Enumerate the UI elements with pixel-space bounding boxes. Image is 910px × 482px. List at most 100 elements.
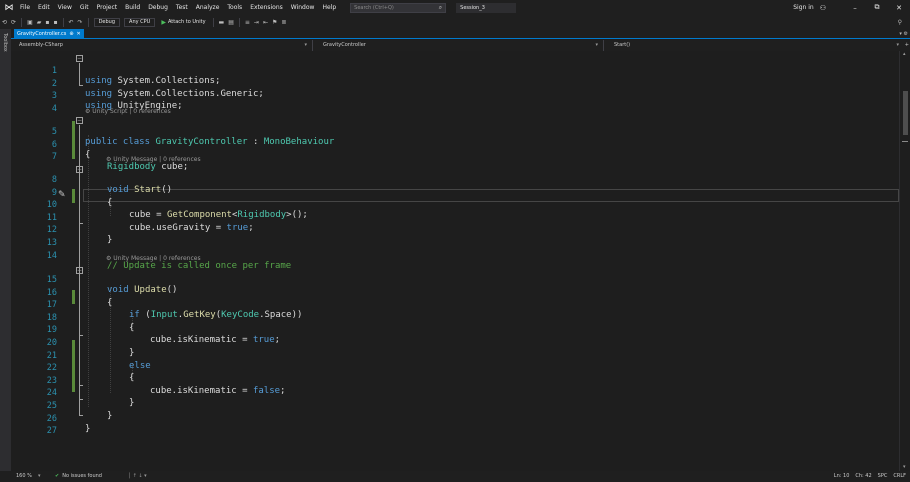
menu-window[interactable]: Window <box>287 4 319 11</box>
outdent-icon[interactable]: ⇤ <box>261 19 270 26</box>
code-line: 6 { <box>11 129 899 160</box>
toolbox-tab[interactable]: Toolbox <box>2 33 8 52</box>
project-dropdown[interactable]: Assembly-CSharp ▾ <box>11 40 311 51</box>
class-dropdown[interactable]: GravityController ▾ <box>312 40 602 51</box>
menu-edit[interactable]: Edit <box>34 4 54 11</box>
line-number: 27 <box>46 426 57 437</box>
open-folder-icon[interactable]: ▰ <box>35 19 44 26</box>
code-line: 24 } <box>11 377 899 408</box>
code-line: 21 else <box>11 340 899 371</box>
attach-label: Attach to Unity <box>167 19 206 25</box>
search-input[interactable]: Search (Ctrl+Q) ⌕ <box>350 2 447 13</box>
zoom-level[interactable]: 160 % <box>16 471 32 482</box>
toolbar-divider <box>21 17 23 27</box>
indent-icon[interactable]: ⇥ <box>252 19 261 26</box>
menu-debug[interactable]: Debug <box>144 4 172 11</box>
close-tab-icon[interactable]: ✕ <box>77 29 81 39</box>
code-line: 2 using System.Collections.Generic; <box>11 68 899 99</box>
tab-filename: GravityController.cs <box>17 31 67 37</box>
menu-test[interactable]: Test <box>172 4 192 11</box>
save-icon[interactable]: ▪ <box>43 19 51 26</box>
code-line: 20 } <box>11 327 899 358</box>
whitespace-mode[interactable]: SPC <box>878 471 888 482</box>
line-ending[interactable]: CRLF <box>893 471 906 482</box>
code-line: 17 if (Input.GetKey(KeyCode.Space)) <box>11 289 899 320</box>
pin-icon[interactable]: ⊕ <box>69 29 73 39</box>
redo-icon[interactable]: ↷ <box>76 19 85 26</box>
toolbox-strip <box>0 29 11 471</box>
add-icon[interactable]: + <box>905 40 909 51</box>
issues-indicator[interactable]: ✔ No issues found <box>55 471 102 482</box>
attach-to-unity-button[interactable]: ▶ Attach to Unity <box>161 19 205 26</box>
code-line: 27 <box>11 415 899 436</box>
check-circle-icon: ✔ <box>55 473 60 479</box>
issues-text: No issues found <box>62 473 102 479</box>
user-icon[interactable]: ⚇ <box>820 4 826 12</box>
line-number: 7 <box>51 152 57 163</box>
menu-help[interactable]: Help <box>318 4 340 11</box>
undo-icon[interactable]: ↶ <box>67 19 76 26</box>
platform-dropdown[interactable]: Any CPU <box>124 17 156 27</box>
toolbar-divider <box>238 17 240 27</box>
member-dropdown[interactable]: Start() ▾ <box>603 40 903 51</box>
code-line: 14 // Update is called once per frame <box>11 240 899 271</box>
code-line: 1 using System.Collections; <box>11 55 899 86</box>
scroll-up-icon[interactable]: ▴ <box>903 51 906 57</box>
code-line: 13 <box>11 227 899 248</box>
chevron-down-icon: ▾ <box>595 42 598 48</box>
minimize-button[interactable]: – <box>844 4 866 12</box>
save-all-icon[interactable]: ▪ <box>51 19 59 26</box>
restore-button[interactable]: ⧉ <box>866 3 888 12</box>
bookmark-icon[interactable]: ⚑ <box>270 19 279 26</box>
layout-icon[interactable]: ▤ <box>226 19 236 26</box>
menu-project[interactable]: Project <box>93 4 122 11</box>
vertical-scrollbar[interactable]: ▴ ▾ <box>899 51 910 471</box>
menu-file[interactable]: File <box>16 4 34 11</box>
navigate-back-icon[interactable]: ⟲ <box>0 19 9 26</box>
codelens-update[interactable]: ⚙ Unity Message | 0 references <box>106 254 201 264</box>
menu-tools[interactable]: Tools <box>223 4 246 11</box>
code-editor[interactable]: − − − − ✎ 1 using System.Collections; 2 … <box>11 51 899 471</box>
codelens-text: Unity Script | 0 references <box>92 108 171 115</box>
code-line: 7 Rigidbody cube; <box>11 141 899 172</box>
comment-icon[interactable]: ≣ <box>279 19 288 26</box>
code-line: 19 cube.isKinematic = true; <box>11 314 899 345</box>
scroll-down-icon[interactable]: ▾ <box>903 464 906 470</box>
menu-build[interactable]: Build <box>121 4 144 11</box>
close-window-button[interactable]: ✕ <box>888 4 910 12</box>
navigate-forward-icon[interactable]: ⟳ <box>9 19 18 26</box>
play-icon: ▶ <box>161 18 166 26</box>
caret-position-marker <box>902 141 908 142</box>
menu-view[interactable]: View <box>54 4 76 11</box>
toolbar-divider <box>212 17 214 27</box>
search-icon: ⌕ <box>438 3 443 11</box>
menu-extensions[interactable]: Extensions <box>246 4 287 11</box>
code-line: 10 cube = GetComponent<Rigidbody>(); <box>11 189 899 220</box>
code-line: 4 <box>11 93 899 114</box>
format-icon[interactable]: ≡ <box>243 19 252 26</box>
document-tab[interactable]: GravityController.cs ⊕ ✕ <box>14 29 84 39</box>
chevron-down-icon: ▾ <box>896 42 899 48</box>
chevron-down-icon[interactable]: ▾ <box>38 471 41 482</box>
live-share-icon[interactable]: ⚲ <box>898 19 902 26</box>
navigation-bar: Assembly-CSharp ▾ GravityController ▾ St… <box>11 40 910 51</box>
line-number: 4 <box>51 103 57 114</box>
folder-icon[interactable]: ▬ <box>217 19 227 26</box>
issue-navigation-icon[interactable]: │ ↑ ↓ ▾ <box>128 471 147 482</box>
code-line: 3 using UnityEngine; <box>11 80 899 111</box>
menu-bar: ⋈ File Edit View Git Project Build Debug… <box>0 0 910 15</box>
line-indicator[interactable]: Ln: 10 <box>834 471 850 482</box>
session-name: Session_3 <box>456 2 517 13</box>
column-indicator[interactable]: Ch: 42 <box>855 471 871 482</box>
code-line: 5 public class GravityController : MonoB… <box>11 116 899 147</box>
menu-git[interactable]: Git <box>76 4 93 11</box>
menu-analyze[interactable]: Analyze <box>192 4 224 11</box>
tab-overflow-icon[interactable]: ▾ ⚙ <box>899 29 908 39</box>
toolbar-divider <box>62 17 64 27</box>
sign-in-link[interactable]: Sign in <box>793 4 813 11</box>
toolbar-divider <box>87 17 89 27</box>
new-item-icon[interactable]: ▣ <box>25 19 35 26</box>
configuration-dropdown[interactable]: Debug <box>93 17 121 27</box>
scrollbar-thumb[interactable] <box>903 91 908 135</box>
status-bar: 160 % ▾ ✔ No issues found │ ↑ ↓ ▾ Ln: 10… <box>0 471 910 482</box>
